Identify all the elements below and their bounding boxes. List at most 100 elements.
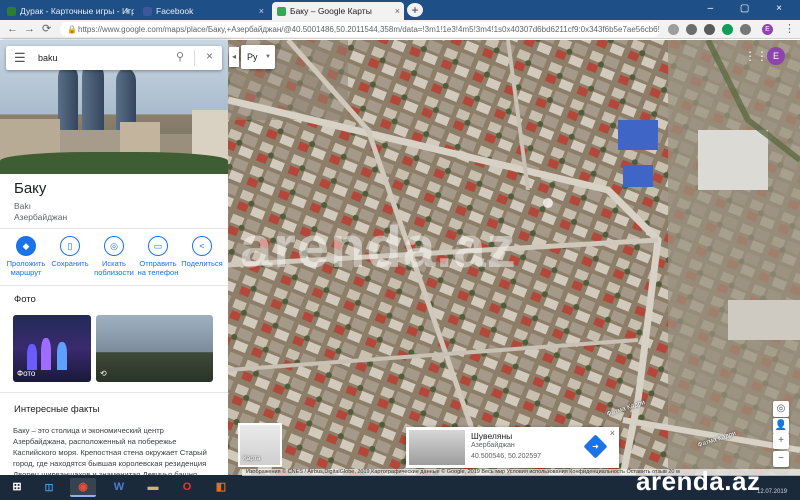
map-pin-icon [543,198,553,208]
map-type-label: Карта [243,455,261,462]
language-select[interactable]: Ру ▼ [241,45,275,69]
hero-trees [0,152,228,174]
zoom-out-button[interactable]: − [773,451,789,467]
place-country: Азербайджан [471,442,515,449]
profile-avatar[interactable]: E [762,24,773,35]
warehouse-roof [728,300,800,340]
facts-heading: Интересные факты [14,404,100,415]
tab-close-icon[interactable]: × [395,2,400,20]
directions-icon: ◆ [22,241,30,251]
tab-facebook[interactable]: Facebook × [138,2,268,20]
street-view-icon: ⟲ [100,369,107,378]
app-icon[interactable]: ◧ [208,478,234,497]
tab-close-icon[interactable]: × [259,2,264,20]
clear-search-icon[interactable]: × [206,49,213,63]
explorer-icon[interactable]: ◫ [36,478,62,497]
chrome-icon[interactable]: ◉ [70,478,96,497]
send-to-phone-button[interactable]: ▭ Отправить на телефон [136,236,180,277]
photos-heading: Фото [14,294,36,305]
pegman-icon[interactable]: 👤 [773,418,789,434]
place-coordinates: 40.500546, 50.202597 [471,453,542,460]
share-button[interactable]: < Поделиться [180,236,224,268]
place-thumbnail [409,430,465,465]
place-name: Шувеляны [471,431,513,441]
action-label: Искать [102,259,126,268]
tab-title: Баку – Google Карты [290,6,372,16]
action-label: маршрут [10,268,42,277]
new-tab-button[interactable]: + [407,3,423,17]
bookmark-icon: ▯ [67,241,73,251]
nearby-icon: ◎ [110,241,118,251]
language-value: Ру [247,52,258,62]
search-box: ☰ ⚲ × [6,46,222,70]
nearby-button[interactable]: ◎ Искать поблизости [92,236,136,277]
phone-icon: ▭ [153,241,163,251]
place-title: Баку [14,180,47,197]
divider [0,392,228,393]
window-controls[interactable]: – ▢ × [708,3,794,14]
photo-caption: Фото [17,369,36,378]
directions-button[interactable]: ◆ Проложить маршрут [4,236,48,277]
action-label: на телефон [137,268,179,277]
browser-toolbar: ← → ⟳ 🔒 https://www.google.com/maps/plac… [0,20,800,39]
browser-menu-icon[interactable]: ⋮ [784,22,795,36]
word-icon[interactable]: W [106,478,132,497]
place-preview-card[interactable]: Шувеляны Азербайджан 40.500546, 50.20259… [406,427,619,468]
reload-button[interactable]: ⟳ [42,22,51,36]
place-panel: ☰ ⚲ × Баку Bakı Азербайджан ◆ Проложить … [0,40,228,475]
extension-icon[interactable] [704,24,715,35]
lock-icon: 🔒 [67,25,77,34]
tab-durak[interactable]: Дурак - Карточные игры - Игр × [2,2,134,20]
tab-title: Дурак - Карточные игры - Игр [20,6,134,16]
extension-icon[interactable] [686,24,697,35]
brand-watermark: arenda.az [636,466,761,496]
hero-tower [82,62,104,134]
action-label: Проложить [6,259,46,268]
action-label: Поделиться [181,259,223,268]
address-bar[interactable]: 🔒 https://www.google.com/maps/place/Баку… [60,22,660,37]
watermark: arenda.az [240,215,517,280]
divider [0,228,228,229]
folder-icon[interactable]: ▬ [140,478,166,497]
street-view-thumbnail[interactable]: ⟲ [96,315,213,382]
map-type-toggle[interactable]: Карта [238,423,282,467]
extension-icon[interactable] [722,24,733,35]
start-button-icon[interactable]: ⊞ [4,478,30,497]
system-clock: 12.07.2019 [757,489,788,495]
share-icon: < [199,241,205,251]
search-input[interactable] [38,50,158,66]
search-divider [194,50,195,66]
close-card-icon[interactable]: × [610,428,615,438]
photo-thumbnail[interactable]: Фото [13,315,91,382]
action-label: Сохранить [51,259,89,268]
maps-favicon-icon [277,7,286,16]
zoom-in-button[interactable]: + [773,433,789,449]
place-country: Азербайджан [14,212,68,222]
star-icon[interactable] [668,24,679,35]
warehouse-roof [698,130,768,190]
blue-roof [623,165,653,187]
account-avatar[interactable]: E [767,47,785,65]
search-icon[interactable]: ⚲ [176,50,184,63]
tab-close-icon[interactable]: × [125,2,130,20]
menu-icon[interactable]: ☰ [14,50,26,66]
blue-roof [618,120,658,150]
directions-arrow-icon: ➜ [592,442,599,451]
back-button[interactable]: ← [7,22,18,36]
forward-button[interactable]: → [24,22,35,36]
cards-favicon-icon [7,7,16,16]
action-label: поблизости [94,268,134,277]
hero-tower [58,64,78,134]
extension-icon[interactable] [740,24,751,35]
facts-text: Баку – это столица и экономический центр… [13,426,207,475]
save-button[interactable]: ▯ Сохранить [48,236,92,268]
place-actions: ◆ Проложить маршрут ▯ Сохранить ◎ Искать… [4,236,224,278]
locate-icon[interactable]: ◎ [773,401,789,417]
opera-icon[interactable]: O [174,478,200,497]
tower-light [41,338,51,370]
directions-button[interactable]: ➜ [583,434,608,459]
divider [0,285,228,286]
tab-google-maps[interactable]: Баку – Google Карты × [272,2,404,20]
facebook-favicon-icon [143,7,152,16]
collapse-panel-button[interactable]: ◂ [229,47,239,67]
